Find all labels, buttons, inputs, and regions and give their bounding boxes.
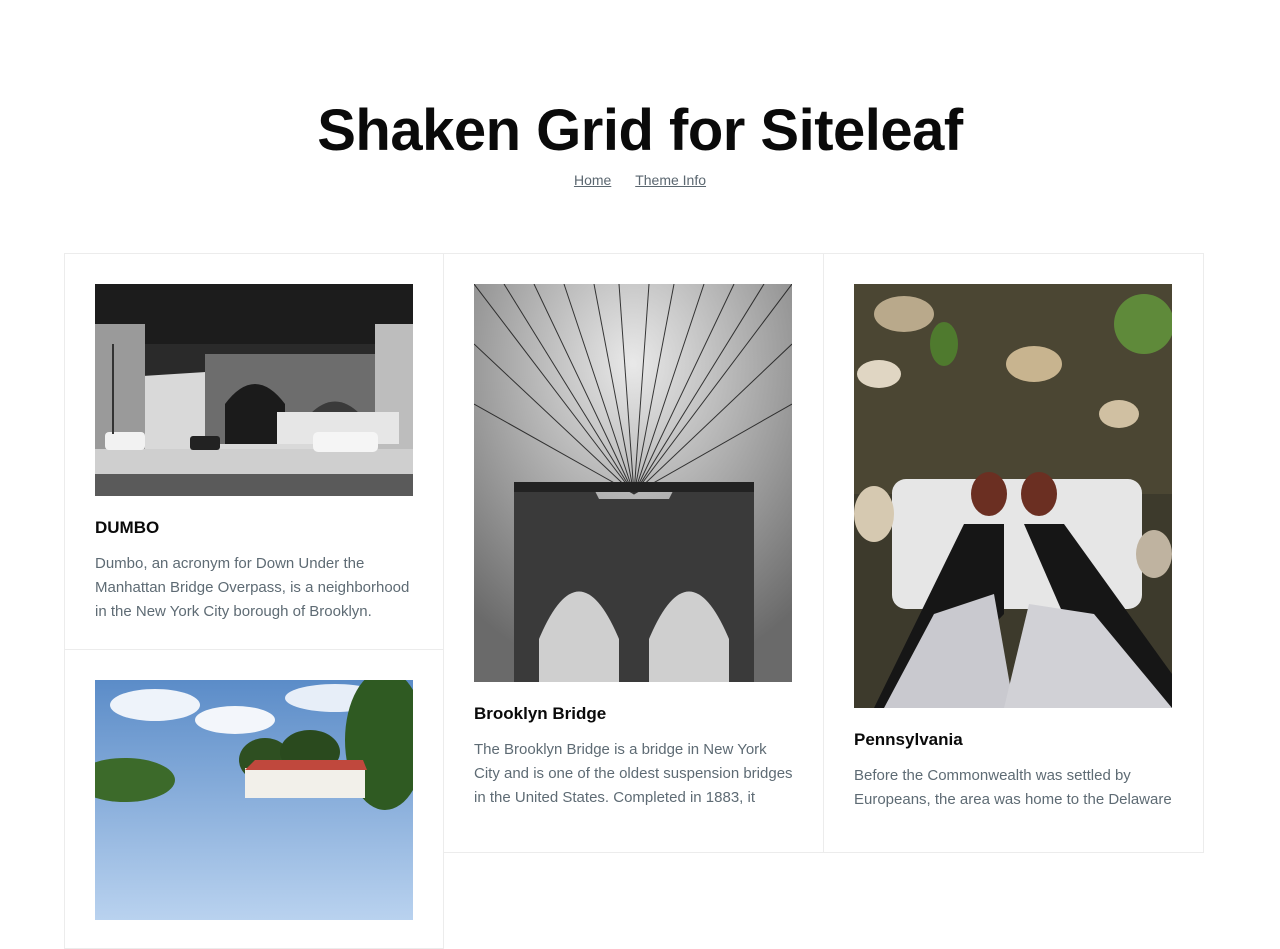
post-title[interactable]: Pennsylvania	[854, 730, 1173, 750]
post-card-house[interactable]	[64, 649, 444, 949]
post-excerpt: Before the Commonwealth was settled by E…	[854, 767, 1172, 808]
brooklyn-bridge-photo[interactable]	[474, 284, 792, 682]
pennsylvania-photo[interactable]	[854, 284, 1172, 708]
post-excerpt: The Brooklyn Bridge is a bridge in New Y…	[474, 741, 793, 806]
post-card-dumbo[interactable]: DUMBO Dumbo, an acronym for Down Under t…	[64, 253, 444, 650]
nav-home-link[interactable]: Home	[574, 172, 611, 188]
post-card-brooklyn-bridge[interactable]: Brooklyn Bridge The Brooklyn Bridge is a…	[443, 253, 824, 853]
post-title[interactable]: DUMBO	[95, 518, 413, 538]
post-card-pennsylvania[interactable]: Pennsylvania Before the Commonwealth was…	[823, 253, 1204, 853]
post-grid: DUMBO Dumbo, an acronym for Down Under t…	[64, 253, 1204, 949]
post-title[interactable]: Brooklyn Bridge	[474, 704, 793, 724]
site-title[interactable]: Shaken Grid for Siteleaf	[0, 98, 1280, 164]
dumbo-photo[interactable]	[95, 284, 413, 496]
nav-theme-info-link[interactable]: Theme Info	[635, 172, 706, 188]
main-nav: Home Theme Info	[0, 172, 1280, 188]
post-excerpt: Dumbo, an acronym for Down Under the Man…	[95, 555, 410, 620]
site-header: Shaken Grid for Siteleaf Home Theme Info	[0, 0, 1280, 188]
house-photo[interactable]	[95, 680, 413, 920]
